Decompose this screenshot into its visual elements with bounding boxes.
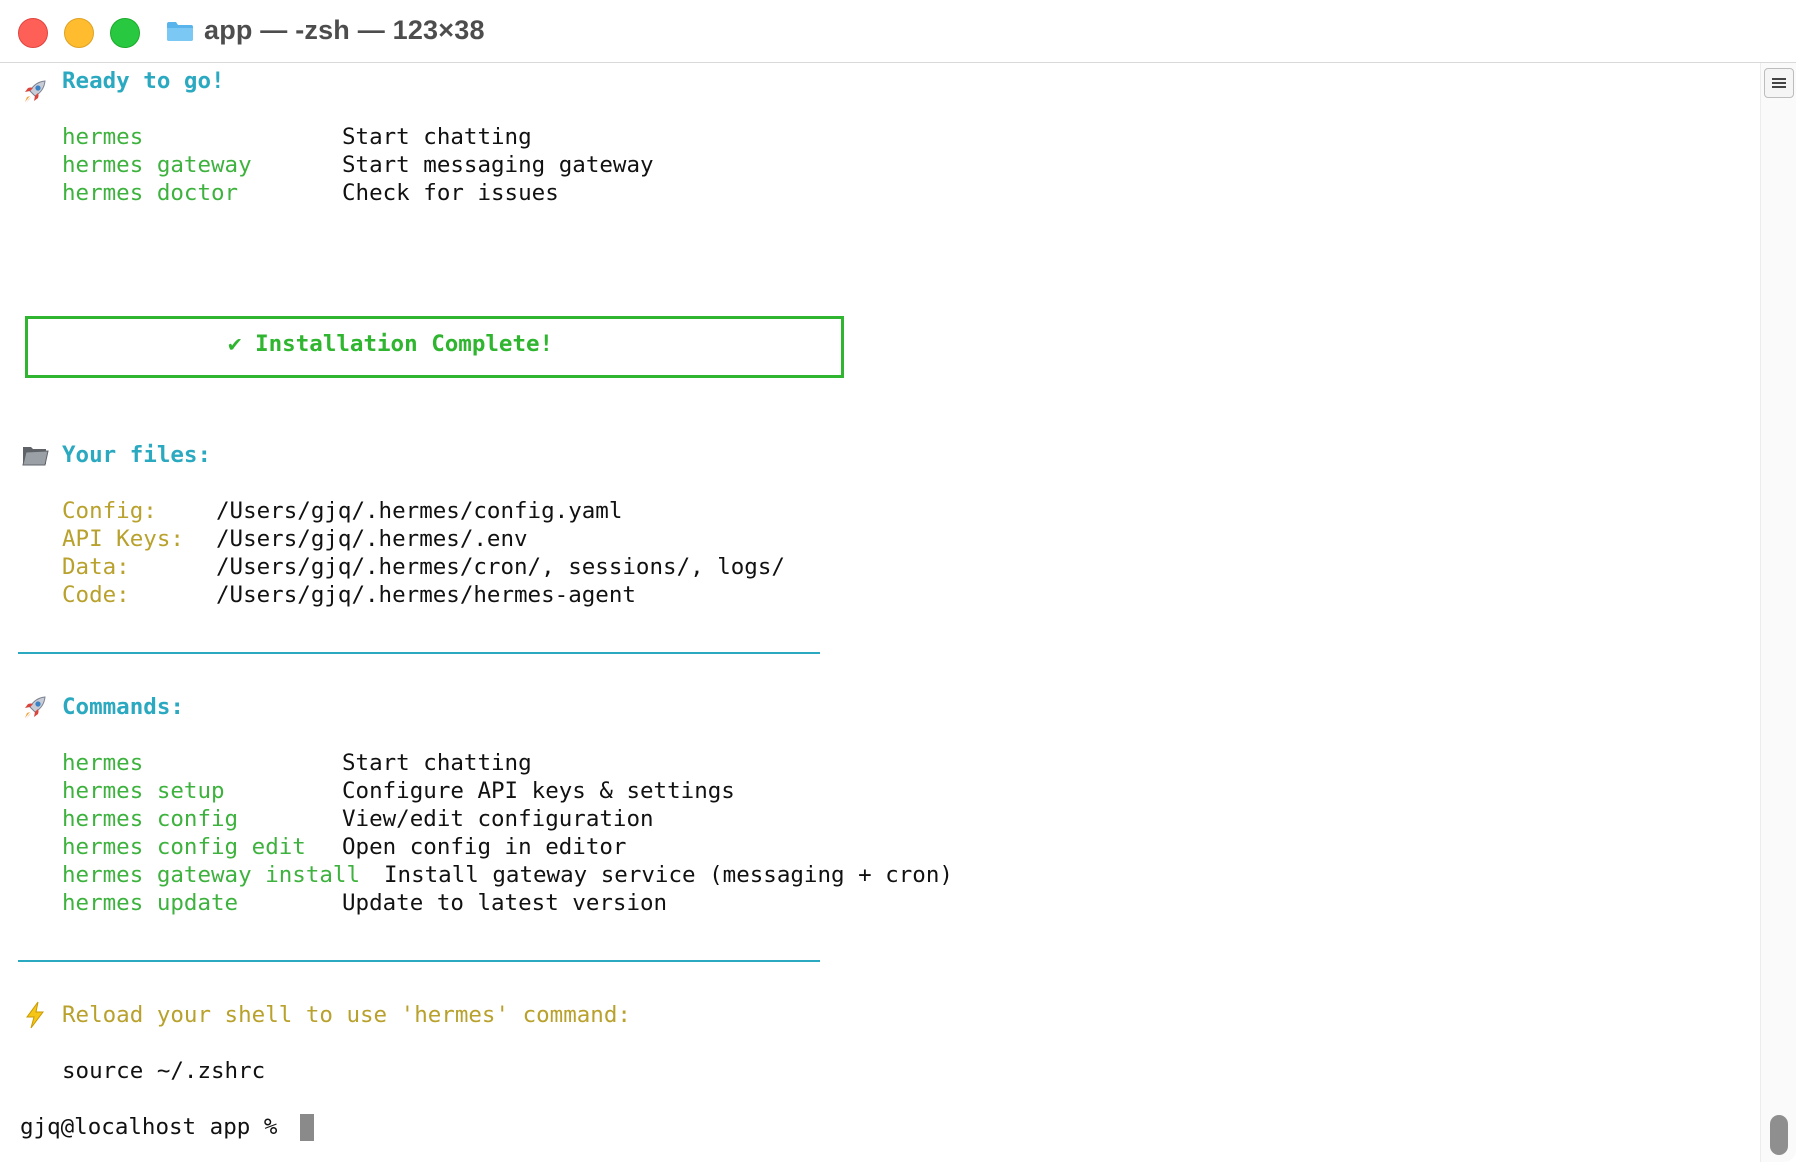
- minimize-button[interactable]: [64, 18, 94, 48]
- commands-heading: Commands:: [62, 694, 184, 720]
- rocket-icon: [25, 696, 46, 719]
- terminal-window: app — -zsh — 123×38 Ready to go! hermes …: [0, 0, 1796, 1162]
- ready-heading: Ready to go!: [62, 68, 225, 94]
- ready-command: hermes: [62, 124, 144, 150]
- close-button[interactable]: [18, 18, 48, 48]
- command-name: hermes: [62, 750, 144, 776]
- reload-command: source ~/.zshrc: [62, 1058, 266, 1084]
- command-name: hermes gateway install: [62, 862, 361, 888]
- title-bar: app — -zsh — 123×38: [0, 0, 1796, 63]
- shell-prompt: gjq@localhost app %: [20, 1114, 291, 1140]
- command-desc: Open config in editor: [342, 834, 627, 860]
- window-title: app — -zsh — 123×38: [204, 15, 485, 45]
- ready-command: hermes gateway: [62, 152, 252, 178]
- command-name: hermes config: [62, 806, 239, 832]
- command-desc: Start chatting: [342, 750, 532, 776]
- command-desc: Install gateway service (messaging + cro…: [384, 862, 953, 888]
- lightning-icon: [26, 1001, 44, 1029]
- files-heading: Your files:: [62, 442, 212, 468]
- ready-command-desc: Check for issues: [342, 180, 559, 206]
- ready-command: hermes doctor: [62, 180, 239, 206]
- divider: [18, 960, 820, 962]
- divider: [18, 652, 820, 654]
- terminal-content[interactable]: Ready to go! hermes Start chatting herme…: [0, 63, 1760, 1162]
- zoom-button[interactable]: [110, 18, 140, 48]
- ready-command-desc: Start messaging gateway: [342, 152, 654, 178]
- command-name: hermes update: [62, 890, 239, 916]
- command-name: hermes config edit: [62, 834, 306, 860]
- file-label: Data:: [62, 554, 130, 580]
- folder-icon: [167, 22, 193, 41]
- reload-message: Reload your shell to use 'hermes' comman…: [62, 1002, 631, 1028]
- command-desc: Update to latest version: [342, 890, 668, 916]
- scroll-thumb[interactable]: [1770, 1115, 1788, 1155]
- rocket-icon: [25, 80, 46, 103]
- file-label: Code:: [62, 582, 130, 608]
- text-cursor: [300, 1114, 314, 1141]
- ready-command-desc: Start chatting: [342, 124, 532, 150]
- list-icon[interactable]: [1764, 68, 1794, 98]
- file-path: /Users/gjq/.hermes/hermes-agent: [216, 582, 636, 608]
- scrollbar[interactable]: [1760, 63, 1796, 1162]
- file-path: /Users/gjq/.hermes/config.yaml: [216, 498, 623, 524]
- folder-icon: [22, 447, 49, 466]
- file-path: /Users/gjq/.hermes/.env: [216, 526, 528, 552]
- file-label: API Keys:: [62, 526, 184, 552]
- file-path: /Users/gjq/.hermes/cron/, sessions/, log…: [216, 554, 785, 580]
- file-label: Config:: [62, 498, 157, 524]
- banner-text: ✔ Installation Complete!: [228, 331, 554, 357]
- command-name: hermes setup: [62, 778, 225, 804]
- command-desc: Configure API keys & settings: [342, 778, 735, 804]
- command-desc: View/edit configuration: [342, 806, 654, 832]
